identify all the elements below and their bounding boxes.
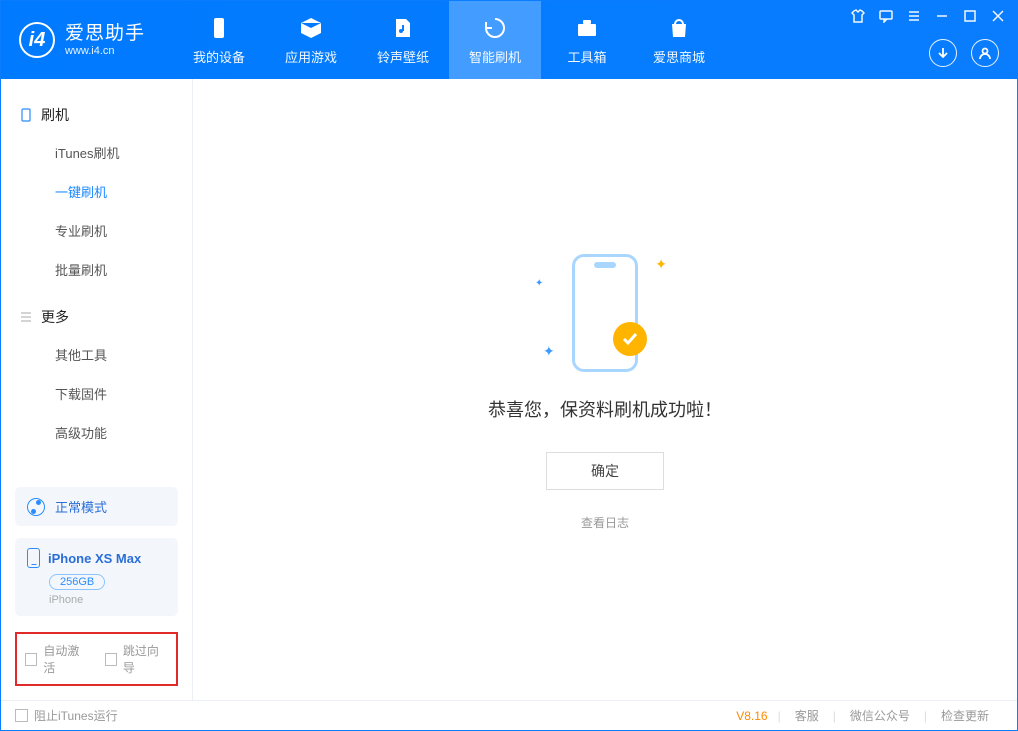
status-bar: 阻止iTunes运行 V8.16 | 客服 | 微信公众号 | 检查更新	[1, 700, 1017, 730]
sidebar-item-itunes-flash[interactable]: iTunes刷机	[1, 133, 192, 172]
app-url: www.i4.cn	[65, 45, 145, 58]
tab-toolbox[interactable]: 工具箱	[541, 1, 633, 79]
minimize-button[interactable]	[935, 9, 949, 23]
user-button[interactable]	[971, 39, 999, 67]
device-name: iPhone XS Max	[48, 551, 141, 566]
app-name: 爱思助手	[65, 23, 145, 45]
window-controls	[851, 9, 1005, 23]
close-button[interactable]	[991, 9, 1005, 23]
device-capacity: 256GB	[49, 574, 105, 590]
checkbox-block-itunes[interactable]	[15, 709, 28, 722]
sidebar-item-advanced[interactable]: 高级功能	[1, 413, 192, 452]
sidebar-item-batch-flash[interactable]: 批量刷机	[1, 250, 192, 289]
label-block-itunes: 阻止iTunes运行	[34, 707, 118, 724]
menu-icon[interactable]	[907, 9, 921, 23]
success-message: 恭喜您，保资料刷机成功啦！	[488, 396, 722, 422]
maximize-button[interactable]	[963, 9, 977, 23]
phone-icon	[19, 108, 33, 122]
label-skip-guide: 跳过向导	[123, 642, 168, 676]
check-update-link[interactable]: 检查更新	[927, 707, 1003, 724]
tab-ringtone-wallpaper[interactable]: 铃声壁纸	[357, 1, 449, 79]
support-link[interactable]: 客服	[781, 707, 833, 724]
refresh-shield-icon	[482, 15, 508, 41]
device-info-card[interactable]: iPhone XS Max 256GB iPhone	[15, 538, 178, 616]
sidebar-item-oneclick-flash[interactable]: 一键刷机	[1, 172, 192, 211]
version-label: V8.16	[736, 709, 777, 723]
sidebar-item-download-firmware[interactable]: 下载固件	[1, 374, 192, 413]
check-icon	[613, 322, 647, 356]
bag-icon	[666, 15, 692, 41]
app-logo: i4 爱思助手 www.i4.cn	[1, 22, 163, 58]
tab-store[interactable]: 爱思商城	[633, 1, 725, 79]
main-content: ✦✦✦ 恭喜您，保资料刷机成功啦！ 确定 查看日志	[193, 79, 1017, 700]
tshirt-icon[interactable]	[851, 9, 865, 23]
sidebar-group-more: 更多	[1, 299, 192, 335]
app-header: i4 爱思助手 www.i4.cn 我的设备 应用游戏 铃声壁纸 智能刷机 工具…	[1, 1, 1017, 79]
device-type: iPhone	[49, 594, 166, 606]
sidebar-item-other-tools[interactable]: 其他工具	[1, 335, 192, 374]
phone-small-icon	[27, 548, 40, 568]
ok-button[interactable]: 确定	[546, 452, 664, 490]
checkbox-skip-guide[interactable]	[105, 653, 117, 666]
view-log-link[interactable]: 查看日志	[581, 514, 629, 531]
sidebar: 刷机 iTunes刷机 一键刷机 专业刷机 批量刷机 更多 其他工具 下载固件 …	[1, 79, 193, 700]
sidebar-group-flash: 刷机	[1, 97, 192, 133]
list-icon	[19, 310, 33, 324]
label-auto-activate: 自动激活	[43, 642, 88, 676]
tab-apps-games[interactable]: 应用游戏	[265, 1, 357, 79]
feedback-icon[interactable]	[879, 9, 893, 23]
tab-my-device[interactable]: 我的设备	[173, 1, 265, 79]
main-tabs: 我的设备 应用游戏 铃声壁纸 智能刷机 工具箱 爱思商城	[173, 1, 725, 79]
sidebar-item-pro-flash[interactable]: 专业刷机	[1, 211, 192, 250]
wechat-link[interactable]: 微信公众号	[836, 707, 924, 724]
download-button[interactable]	[929, 39, 957, 67]
toolbox-icon	[574, 15, 600, 41]
checkbox-auto-activate[interactable]	[25, 653, 37, 666]
mode-icon	[27, 498, 45, 516]
cube-icon	[298, 15, 324, 41]
mode-status[interactable]: 正常模式	[15, 487, 178, 526]
header-actions	[929, 39, 999, 67]
logo-icon: i4	[19, 22, 55, 58]
device-icon	[206, 15, 232, 41]
success-illustration: ✦✦✦	[525, 248, 685, 378]
options-row: 自动激活 跳过向导	[15, 632, 178, 686]
music-file-icon	[390, 15, 416, 41]
tab-smart-flash[interactable]: 智能刷机	[449, 1, 541, 79]
